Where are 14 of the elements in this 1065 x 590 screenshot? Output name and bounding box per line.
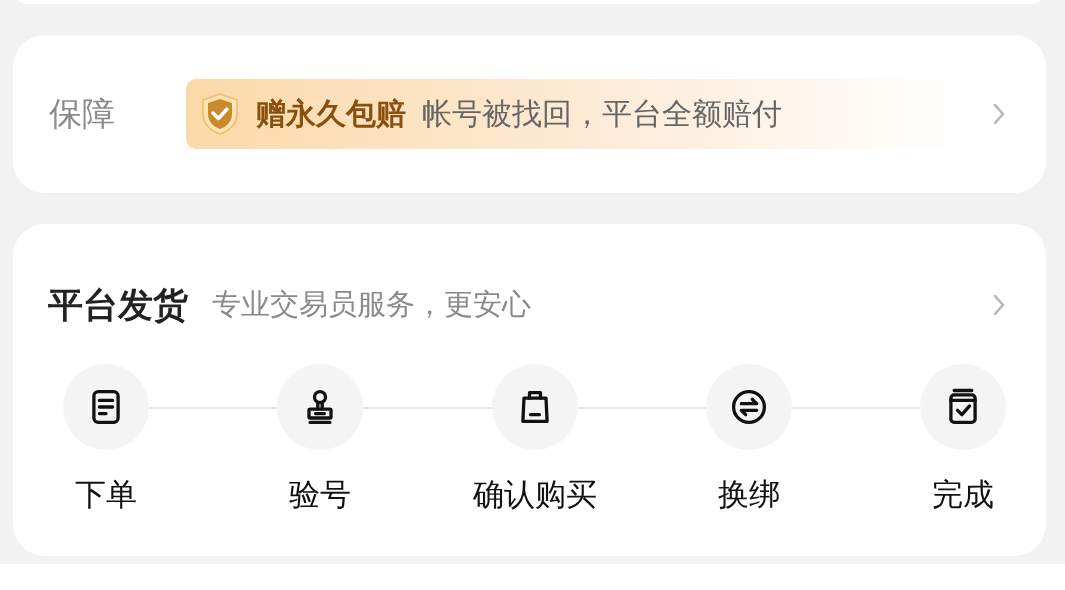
guarantee-title: 赠永久包赔 [256, 94, 406, 133]
chevron-right-icon[interactable] [992, 293, 1006, 317]
guarantee-card[interactable]: 保障 赠永久包赔 帐号被找回，平台全额赔付 [13, 35, 1046, 193]
step-label: 换绑 [717, 475, 780, 514]
section-subtitle: 专业交易员服务，更安心 [212, 286, 532, 323]
step-label: 确认购买 [472, 475, 597, 514]
chevron-right-icon[interactable] [992, 102, 1006, 126]
guarantee-text: 帐号被找回，平台全额赔付 [422, 94, 782, 133]
section-title: 平台发货 [48, 283, 188, 327]
guarantee-label: 保障 [49, 92, 116, 135]
shield-check-icon [200, 92, 240, 136]
step-label: 下单 [75, 475, 137, 514]
step-label: 完成 [932, 475, 994, 514]
step-label: 验号 [289, 475, 352, 514]
